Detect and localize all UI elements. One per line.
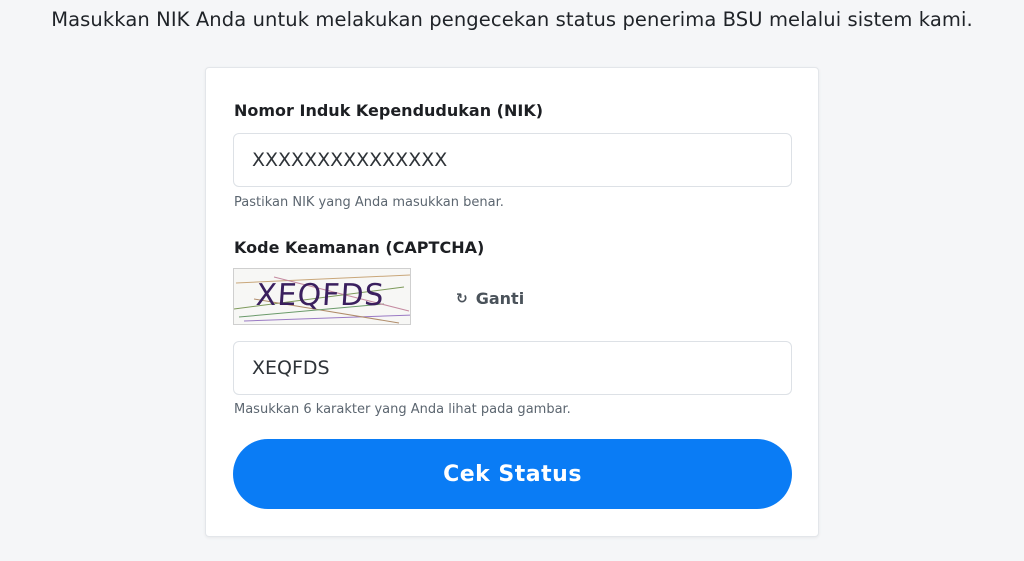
refresh-icon: ↻	[456, 290, 468, 307]
captcha-input[interactable]: XEQFDS	[233, 341, 792, 395]
nik-input[interactable]: XXXXXXXXXXXXXXX	[233, 133, 792, 187]
captcha-code: XEQFDS	[254, 278, 386, 313]
nik-label: Nomor Induk Kependudukan (NIK)	[234, 101, 544, 120]
captcha-refresh-button[interactable]: ↻ Ganti	[456, 289, 524, 308]
refresh-label: Ganti	[475, 289, 525, 308]
captcha-label: Kode Keamanan (CAPTCHA)	[234, 238, 485, 257]
bsu-check-form: Nomor Induk Kependudukan (NIK) XXXXXXXXX…	[205, 67, 819, 537]
nik-hint: Pastikan NIK yang Anda masukkan benar.	[234, 195, 504, 210]
check-status-button[interactable]: Cek Status	[233, 439, 792, 509]
captcha-hint: Masukkan 6 karakter yang Anda lihat pada…	[234, 402, 571, 417]
intro-text: Masukkan NIK Anda untuk melakukan pengec…	[51, 8, 973, 31]
captcha-image: XEQFDS	[233, 268, 411, 325]
